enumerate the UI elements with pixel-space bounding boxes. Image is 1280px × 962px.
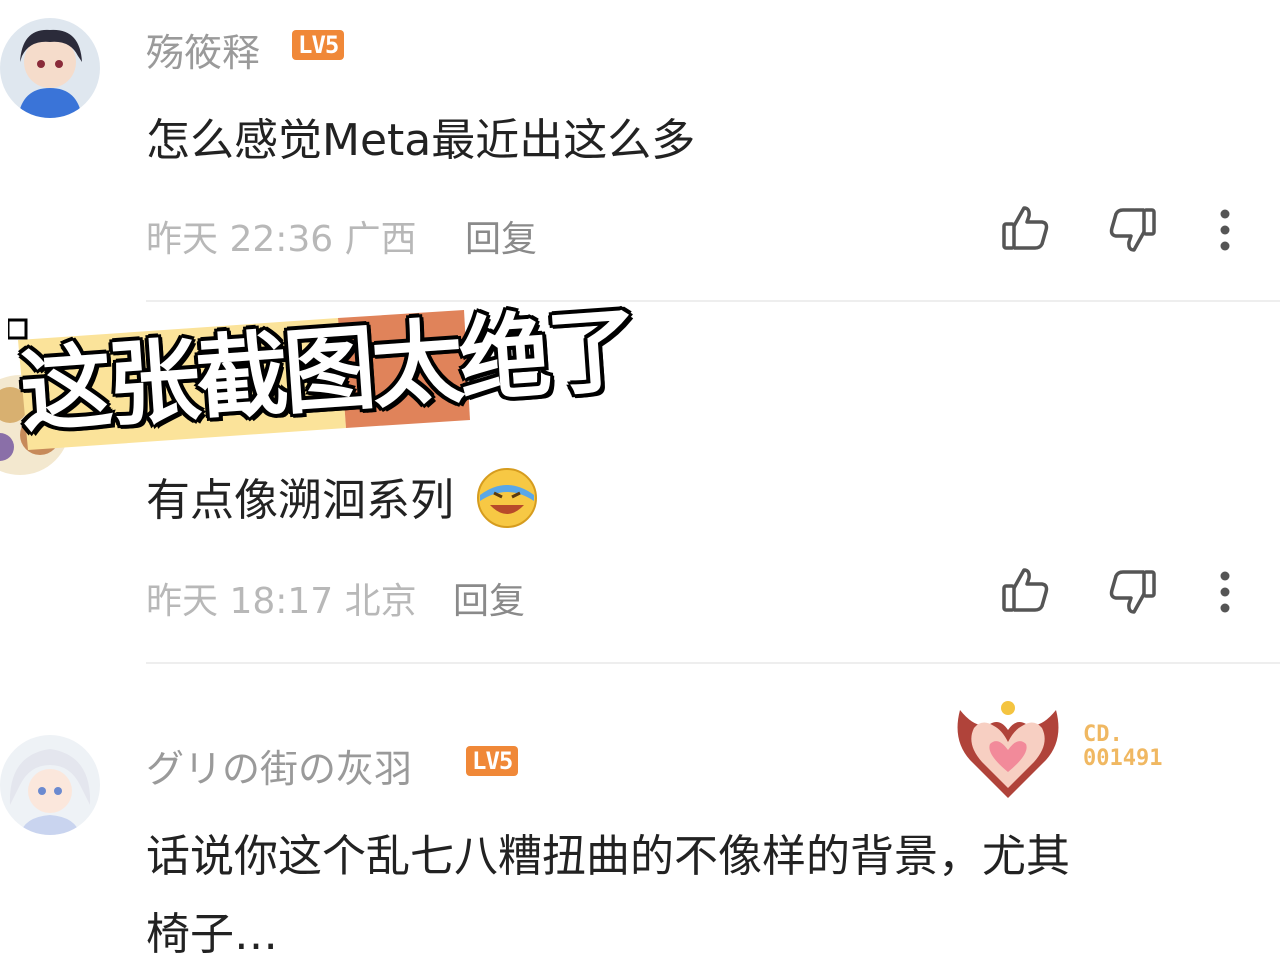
comment-text-line1: 话说你这个乱七八糟扭曲的不像样的背景，尤其 <box>146 831 1070 882</box>
more-icon[interactable] <box>1200 568 1250 620</box>
comment-text-body: 有点像溯洄系列 <box>146 475 454 526</box>
fan-badge-number: CD. 001491 <box>1083 723 1162 771</box>
comment-meta: 昨天 18:17 北京 <box>146 572 417 624</box>
comment-text: 有点像溯洄系列 <box>146 464 540 542</box>
laughing-tears-emoji <box>474 465 540 542</box>
comment-text-line2: 椅子… <box>146 909 278 960</box>
avatar[interactable] <box>0 18 100 118</box>
username[interactable]: 殇筱释 <box>146 22 260 77</box>
comment-location: 广西 <box>344 219 417 260</box>
comment-meta: 昨天 22:36 广西 <box>146 210 417 262</box>
reply-button[interactable]: 回复 <box>453 572 525 624</box>
avatar[interactable] <box>0 735 100 835</box>
thumbs-down-icon[interactable] <box>1106 206 1158 258</box>
thumbs-up-icon[interactable] <box>1000 564 1052 616</box>
reply-button[interactable]: 回复 <box>465 210 537 262</box>
sticker-overlay: 这张截图太绝了 <box>8 296 639 460</box>
thumbs-up-icon[interactable] <box>1000 202 1052 254</box>
comment-location: 北京 <box>344 581 417 622</box>
comment-time: 昨天 22:36 <box>146 219 334 260</box>
level-badge: LV5 <box>466 746 519 776</box>
comment-text: 怎么感觉Meta最近出这么多 <box>146 115 696 166</box>
level-badge: LV5 <box>292 30 345 60</box>
divider <box>146 662 1280 664</box>
heart-fan-badge-icon[interactable] <box>950 690 1066 800</box>
comment-time: 昨天 18:17 <box>146 581 334 622</box>
more-icon[interactable] <box>1200 206 1250 258</box>
fan-badge-line1: CD. <box>1083 722 1123 747</box>
thumbs-down-icon[interactable] <box>1106 568 1158 620</box>
username[interactable]: グリの街の灰羽 <box>146 738 412 793</box>
fan-badge-line2: 001491 <box>1083 746 1163 771</box>
